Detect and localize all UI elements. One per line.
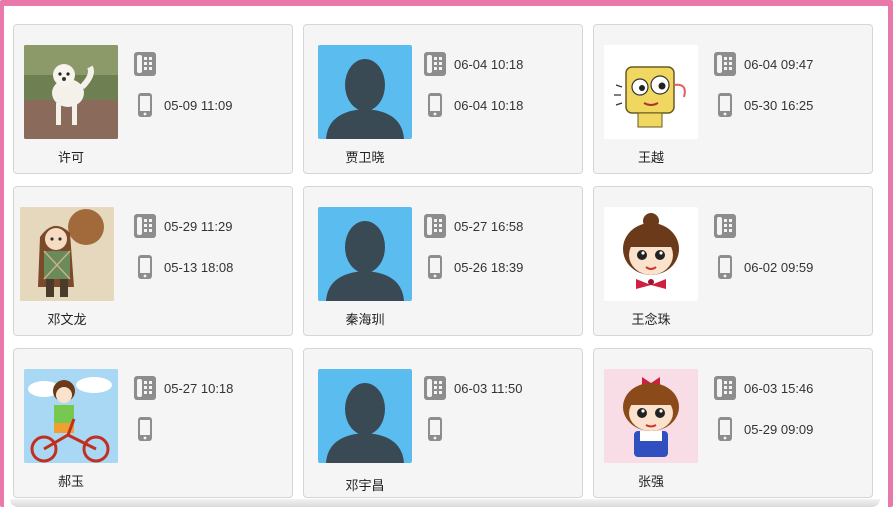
desk-phone-icon — [420, 375, 450, 401]
desk-phone-icon — [710, 213, 740, 239]
phone-time: 06-03 11:50 — [454, 380, 523, 396]
mobile-phone-icon — [710, 416, 740, 442]
contact-card[interactable]: 王越 06-04 09:47 05-30 16:25 — [593, 24, 873, 174]
contact-grid: 许可 05-09 11:09 贾卫晓 06-04 10:18 06-04 10:… — [0, 0, 893, 507]
phone-time: 05-29 11:29 — [164, 218, 233, 234]
contact-name: 邓宇昌 — [345, 478, 385, 493]
mobile-row — [420, 416, 454, 442]
contact-card[interactable]: 张强 06-03 15:46 05-29 09:09 — [593, 348, 873, 498]
desk-phone-icon — [130, 51, 160, 77]
phone-row: 06-04 09:47 — [710, 51, 813, 77]
mobile-row — [130, 416, 164, 442]
phone-time: 06-04 09:47 — [744, 56, 814, 72]
contact-card[interactable]: 王念珠 06-02 09:59 — [593, 186, 873, 336]
contact-name: 王越 — [637, 150, 664, 165]
mobile-time: 06-02 09:59 — [744, 259, 814, 275]
desk-phone-icon — [420, 213, 450, 239]
phone-time: 06-04 10:18 — [454, 56, 524, 72]
contact-name: 张强 — [637, 474, 664, 489]
avatar[interactable] — [318, 207, 412, 301]
contact-name: 邓文龙 — [47, 312, 87, 327]
contact-card[interactable]: 贾卫晓 06-04 10:18 06-04 10:18 — [303, 24, 583, 174]
mobile-time: 05-30 16:25 — [744, 97, 814, 113]
avatar[interactable] — [604, 207, 698, 301]
mobile-phone-icon — [710, 254, 740, 280]
phone-row — [710, 213, 744, 239]
mobile-phone-icon — [130, 92, 160, 118]
mobile-time: 06-04 10:18 — [454, 97, 524, 113]
mobile-row: 05-09 11:09 — [130, 92, 232, 118]
phone-time: 06-03 15:46 — [744, 380, 814, 396]
avatar[interactable] — [604, 369, 698, 463]
mobile-phone-icon — [420, 416, 450, 442]
mobile-phone-icon — [130, 254, 160, 280]
avatar[interactable] — [24, 45, 118, 139]
phone-row: 05-29 11:29 — [130, 213, 232, 239]
phone-row: 06-04 10:18 — [420, 51, 523, 77]
phone-time: 05-27 16:58 — [454, 218, 524, 234]
phone-row: 05-27 16:58 — [420, 213, 523, 239]
mobile-time: 05-29 09:09 — [744, 421, 814, 437]
phone-time: 05-27 10:18 — [164, 380, 234, 396]
avatar[interactable] — [20, 207, 114, 301]
desk-phone-icon — [420, 51, 450, 77]
mobile-row: 05-30 16:25 — [710, 92, 813, 118]
mobile-phone-icon — [130, 416, 160, 442]
mobile-row: 05-13 18:08 — [130, 254, 233, 280]
desk-phone-icon — [710, 375, 740, 401]
mobile-phone-icon — [420, 254, 450, 280]
desk-phone-icon — [130, 375, 160, 401]
phone-row: 05-27 10:18 — [130, 375, 233, 401]
mobile-row: 06-04 10:18 — [420, 92, 523, 118]
mobile-time: 05-13 18:08 — [164, 259, 234, 275]
avatar[interactable] — [318, 369, 412, 463]
phone-row: 06-03 15:46 — [710, 375, 813, 401]
contact-name: 秦海玔 — [345, 312, 385, 327]
contact-card[interactable]: 郝玉 05-27 10:18 — [13, 348, 293, 498]
phone-row — [130, 51, 164, 77]
contact-name: 郝玉 — [57, 474, 84, 489]
phone-row: 06-03 11:50 — [420, 375, 522, 401]
mobile-time: 05-09 11:09 — [164, 97, 233, 113]
contact-card[interactable]: 许可 05-09 11:09 — [13, 24, 293, 174]
avatar[interactable] — [318, 45, 412, 139]
mobile-row: 05-29 09:09 — [710, 416, 813, 442]
mobile-row: 06-02 09:59 — [710, 254, 813, 280]
desk-phone-icon — [130, 213, 160, 239]
contact-name: 许可 — [57, 150, 84, 165]
mobile-phone-icon — [420, 92, 450, 118]
contact-name: 王念珠 — [631, 312, 671, 327]
contact-card[interactable]: 邓文龙 05-29 11:29 05-13 18:08 — [13, 186, 293, 336]
mobile-phone-icon — [710, 92, 740, 118]
contact-name: 贾卫晓 — [345, 150, 385, 165]
avatar[interactable] — [24, 369, 118, 463]
contact-card[interactable]: 秦海玔 05-27 16:58 05-26 18:39 — [303, 186, 583, 336]
avatar[interactable] — [604, 45, 698, 139]
mobile-row: 05-26 18:39 — [420, 254, 523, 280]
mobile-time: 05-26 18:39 — [454, 259, 524, 275]
desk-phone-icon — [710, 51, 740, 77]
contact-card[interactable]: 邓宇昌 06-03 11:50 — [303, 348, 583, 498]
